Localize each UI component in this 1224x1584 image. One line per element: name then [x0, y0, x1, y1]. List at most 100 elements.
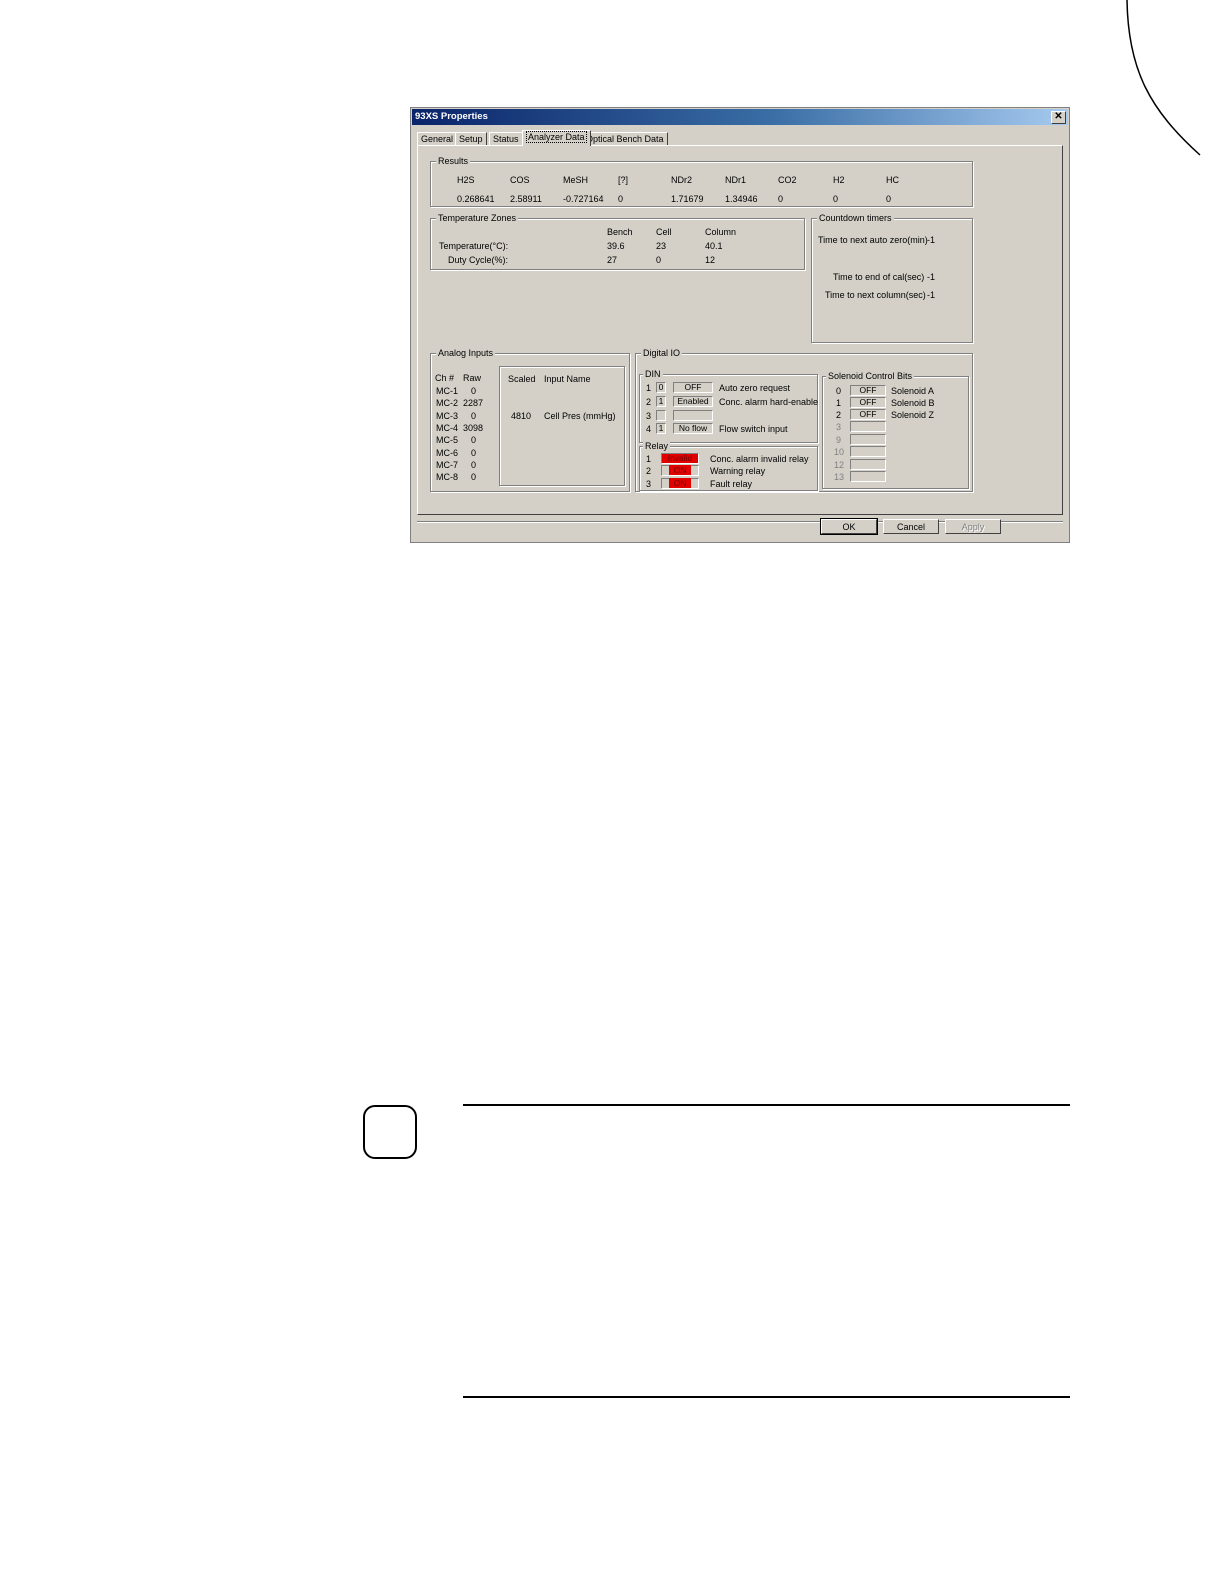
analog-raw: 0 [471, 460, 477, 470]
solenoid-num: 1 [836, 398, 842, 408]
relay-state: ON [668, 478, 692, 488]
results-group: Results H2S COS MeSH [?] NDr2 NDr1 CO2 H… [430, 156, 973, 207]
solenoid-desc: Solenoid B [891, 398, 935, 408]
ok-button[interactable]: OK [820, 518, 878, 535]
relay-label: Relay [643, 441, 671, 451]
din-bit: 1 [656, 423, 666, 434]
analog-channel: MC-8 [436, 472, 458, 482]
countdown-label: Time to end of cal(sec) [833, 272, 925, 282]
analog-raw: 0 [471, 411, 477, 421]
solenoid-desc: Solenoid A [891, 386, 935, 396]
results-header: CO2 [778, 175, 797, 185]
note-top-rule [463, 1104, 1070, 1106]
countdown-timers-group: Countdown timers Time to next auto zero(… [811, 213, 973, 343]
din-state: OFF [673, 382, 713, 393]
apply-button[interactable]: Apply [945, 519, 1001, 534]
cancel-button[interactable]: Cancel [883, 519, 939, 534]
din-state: Enabled [673, 396, 713, 407]
analog-header-ch: Ch # [435, 373, 455, 383]
temp-value: 0 [656, 255, 662, 265]
analog-inputs-label: Analog Inputs [436, 348, 496, 358]
solenoid-state [850, 471, 886, 482]
din-state [673, 410, 713, 421]
solenoid-num: 13 [834, 472, 845, 482]
scaled-inputs-box: Scaled Input Name 4810 Cell Pres (mmHg) [499, 366, 625, 486]
relay-state-box: ON [661, 478, 699, 489]
din-bit: 0 [656, 382, 666, 393]
title-bar[interactable]: 93XS Properties ✕ [412, 109, 1068, 125]
temp-col-header: Cell [656, 227, 672, 237]
temp-row-label: Temperature(°C): [439, 241, 509, 251]
close-icon[interactable]: ✕ [1051, 111, 1066, 124]
relay-desc: Conc. alarm invalid relay [710, 454, 809, 464]
analog-input-name: Cell Pres (mmHg) [544, 411, 616, 421]
results-value: 0 [778, 194, 784, 204]
din-desc: Auto zero request [719, 383, 791, 393]
relay-num: 2 [646, 466, 652, 476]
solenoid-num: 0 [836, 386, 842, 396]
temp-value: 39.6 [607, 241, 625, 251]
temp-value: 23 [656, 241, 667, 251]
tab-setup[interactable]: Setup [455, 132, 487, 145]
solenoid-num: 3 [836, 422, 842, 432]
solenoid-state: OFF [850, 397, 886, 408]
results-header: NDr1 [725, 175, 747, 185]
solenoid-num: 10 [834, 447, 845, 457]
tab-general[interactable]: General [417, 132, 458, 145]
relay-desc: Warning relay [710, 466, 766, 476]
din-state: No flow [673, 423, 713, 434]
tab-optical-bench-data[interactable]: Optical Bench Data [582, 132, 668, 145]
tab-panel: Results H2S COS MeSH [?] NDr2 NDr1 CO2 H… [417, 145, 1063, 515]
results-value: 0 [833, 194, 839, 204]
tab-analyzer-data[interactable]: Analyzer Data [522, 130, 591, 146]
solenoid-desc: Solenoid Z [891, 410, 935, 420]
relay-num: 3 [646, 479, 652, 489]
analog-channel: MC-5 [436, 435, 458, 445]
analog-header-name: Input Name [544, 374, 591, 384]
analog-raw: 0 [471, 472, 477, 482]
analog-inputs-group: Analog Inputs Ch # Raw MC-1 0 MC-2 2287 … [430, 348, 630, 492]
tab-status[interactable]: Status [489, 132, 523, 145]
din-num: 1 [646, 383, 652, 393]
analog-channel: MC-2 [436, 398, 458, 408]
solenoid-num: 12 [834, 460, 845, 470]
countdown-label: Time to next column(sec) [825, 290, 926, 300]
analog-channel: MC-4 [436, 423, 458, 433]
results-value: 1.34946 [725, 194, 758, 204]
digital-io-label: Digital IO [641, 348, 683, 358]
solenoid-state [850, 421, 886, 432]
analog-header-scaled: Scaled [508, 374, 536, 384]
analog-channel: MC-7 [436, 460, 458, 470]
results-header: MeSH [563, 175, 589, 185]
solenoid-state [850, 459, 886, 470]
din-num: 3 [646, 411, 652, 421]
temp-row-label: Duty Cycle(%): [448, 255, 509, 265]
din-num: 4 [646, 424, 652, 434]
temperature-zones-label: Temperature Zones [436, 213, 519, 223]
results-value: -0.727164 [563, 194, 604, 204]
dialog-title: 93XS Properties [415, 111, 488, 122]
relay-state: ON [668, 465, 692, 475]
analog-channel: MC-6 [436, 448, 458, 458]
temp-value: 40.1 [705, 241, 723, 251]
properties-dialog: 93XS Properties ✕ General Setup Status A… [410, 107, 1070, 543]
temperature-zones-group: Temperature Zones Bench Cell Column Temp… [430, 213, 805, 270]
results-header: NDr2 [671, 175, 693, 185]
note-bottom-rule [463, 1396, 1070, 1398]
solenoid-state: OFF [850, 385, 886, 396]
countdown-value: -1 [927, 290, 936, 300]
din-bit: 1 [656, 396, 666, 407]
temp-col-header: Bench [607, 227, 633, 237]
din-group: DIN 1 0 OFF Auto zero request 2 1 Enable… [639, 369, 819, 443]
temp-value: 12 [705, 255, 716, 265]
results-header: [?] [618, 175, 629, 185]
note-icon [363, 1105, 417, 1159]
din-desc: Conc. alarm hard-enable [719, 397, 819, 407]
solenoid-control-label: Solenoid Control Bits [826, 371, 915, 381]
analog-raw: 0 [471, 435, 477, 445]
countdown-value: -1 [927, 272, 936, 282]
solenoid-control-group: Solenoid Control Bits 0 OFF Solenoid A 1… [822, 371, 969, 489]
results-header: H2 [833, 175, 845, 185]
analog-raw: 0 [471, 448, 477, 458]
relay-state-box: ON [661, 465, 699, 476]
